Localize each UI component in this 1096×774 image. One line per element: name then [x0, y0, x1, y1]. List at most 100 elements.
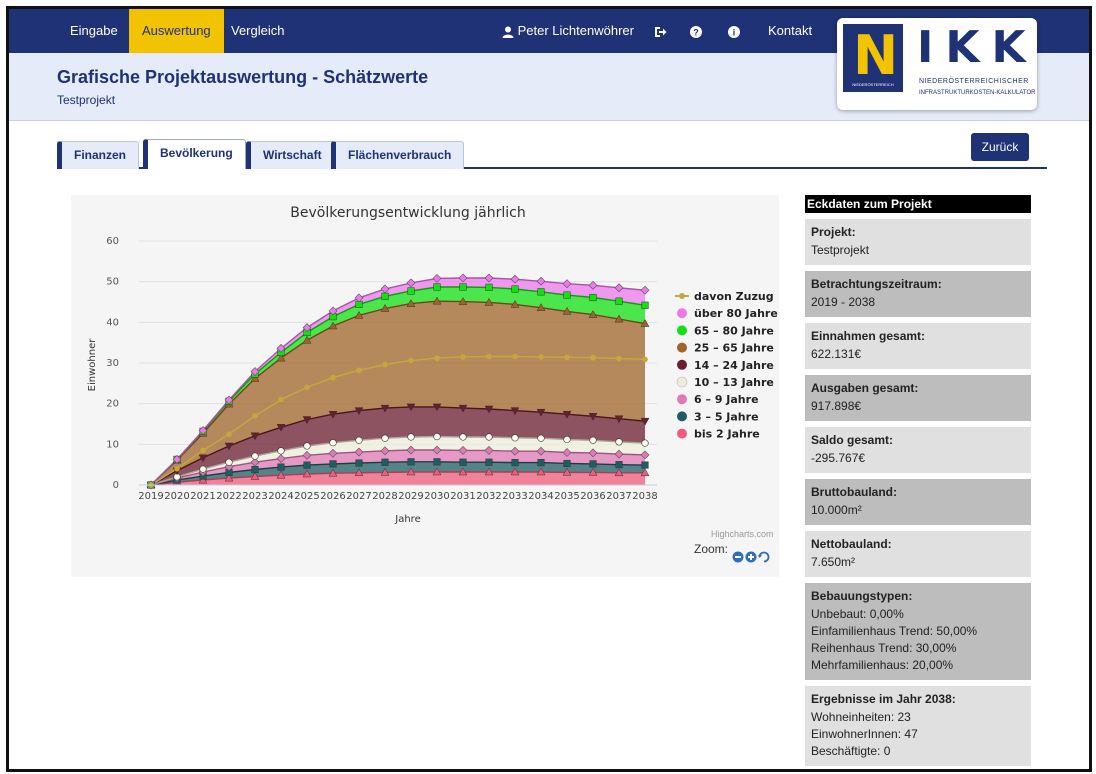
x-axis: 2019 2020 2021 2022 2023 2024 2025 2026 2027 2028… [138, 484, 658, 502]
summary-card-value: -295.767€ [811, 451, 866, 465]
project-summary-panel: Eckdaten zum Projekt Projekt: Testprojekt… [805, 195, 1031, 769]
y-tick-label: 10 [106, 439, 119, 450]
zuzug-point [278, 396, 284, 403]
info-button[interactable]: i [728, 9, 740, 53]
x-tick-label: 2031 [450, 491, 475, 502]
y-axis: 0 10 20 30 40 50 60 [106, 236, 119, 491]
data-point [433, 433, 441, 441]
zuzug-point [642, 356, 648, 363]
data-point [589, 460, 597, 468]
legend-item: 10 – 13 Jahre [694, 376, 774, 389]
tab-flaechenverbrauch[interactable]: Flächenverbrauch [331, 141, 465, 169]
data-point [563, 435, 571, 444]
question-icon: ? [690, 25, 702, 38]
zoom-in-icon[interactable] [745, 551, 757, 563]
user-icon [502, 26, 514, 38]
zuzug-point [486, 353, 492, 360]
user-menu[interactable]: Peter Lichtenwöhrer [502, 9, 634, 53]
data-point [355, 436, 363, 444]
zoom-controls [732, 550, 772, 569]
x-tick-label: 2020 [164, 491, 189, 502]
nav-auswertung[interactable]: Auswertung [129, 9, 224, 53]
x-tick-label: 2029 [398, 491, 423, 502]
x-tick-label: 2038 [632, 491, 657, 502]
summary-card: Bebauungstypen: Unbebaut: 0,00% Einfamilie… [805, 583, 1031, 680]
data-point [225, 458, 233, 466]
zoom-reset-icon[interactable] [758, 551, 770, 563]
legend-symbol [679, 293, 685, 299]
data-point [485, 283, 493, 291]
data-point [589, 293, 597, 302]
x-tick-label: 2021 [190, 491, 215, 502]
zuzug-point [226, 431, 232, 437]
chart-areas [151, 278, 645, 485]
zoom-out-icon[interactable] [732, 551, 744, 563]
nav-kontakt[interactable]: Kontakt [755, 9, 825, 53]
summary-card-label: Einnahmen gesamt: [811, 329, 926, 343]
legend-item: 6 – 9 Jahre [694, 393, 759, 406]
nav-eingabe[interactable]: Eingabe [57, 9, 131, 53]
summary-card: Ergebnisse im Jahr 2038: Wohneinheiten: 2… [805, 686, 1031, 766]
page-title: Grafische Projektauswertung - Schätzwert… [57, 67, 429, 87]
summary-card-value: Wohneinheiten: 23 [811, 710, 911, 724]
user-name: Peter Lichtenwöhrer [517, 23, 634, 38]
data-point [433, 458, 441, 466]
summary-card-value: 2019 - 2038 [811, 295, 876, 309]
zuzug-point [174, 465, 180, 472]
tab-bar: Finanzen Bevölkerung Wirtschaft Flächenv… [57, 137, 1047, 169]
chart-credits[interactable]: Highcharts.com [711, 529, 774, 539]
zuzug-point [408, 357, 414, 364]
summary-card-label: Betrachtungszeitraum: [811, 277, 942, 291]
x-tick-label: 2019 [138, 491, 163, 502]
summary-card: Saldo gesamt: -295.767€ [805, 427, 1031, 473]
summary-card: Betrachtungszeitraum: 2019 - 2038 [805, 271, 1031, 317]
data-point [459, 283, 467, 291]
data-point [329, 439, 337, 447]
legend-item: 25 – 65 Jahre [694, 342, 774, 355]
data-point [199, 465, 207, 473]
x-tick-label: 2026 [320, 491, 345, 502]
back-button[interactable]: Zurück [971, 133, 1029, 161]
zoom-label: Zoom: [694, 542, 729, 556]
data-point [407, 433, 415, 441]
logout-button[interactable] [654, 9, 667, 53]
summary-card-value: Unbebaut: 0,00% [811, 607, 904, 621]
data-point [511, 434, 519, 442]
zuzug-point [434, 355, 440, 361]
data-point [433, 283, 441, 291]
zuzug-point [304, 384, 310, 391]
nikk-logo: N NIEDERÖSTERREICH IKK NIEDERÖSTERREICHI… [837, 18, 1037, 110]
zuzug-point [200, 447, 206, 454]
tab-finanzen[interactable]: Finanzen [57, 141, 140, 169]
x-tick-label: 2027 [346, 491, 371, 502]
nav-vergleich[interactable]: Vergleich [218, 9, 297, 53]
legend-item: 65 – 80 Jahre [694, 324, 774, 337]
legend-symbol [677, 394, 687, 405]
data-point [537, 434, 545, 442]
data-point [329, 460, 337, 468]
summary-card-value: 10.000m² [811, 503, 862, 517]
y-tick-label: 40 [106, 317, 119, 328]
svg-text:?: ? [693, 27, 699, 37]
data-point [485, 433, 493, 441]
data-point [485, 458, 493, 466]
data-point [277, 447, 285, 455]
zuzug-point [252, 413, 258, 419]
data-point [641, 439, 649, 447]
logo-line1: NIEDERÖSTERREICHISCHER [919, 78, 1029, 85]
svg-text:i: i [733, 27, 736, 37]
summary-card-value: Einfamilienhaus Trend: 50,00% [811, 624, 978, 638]
project-name: Testprojekt [57, 93, 116, 107]
legend-item: 14 – 24 Jahre [694, 359, 774, 372]
chart-title: Bevölkerungsentwicklung jährlich [290, 205, 525, 221]
legend-item: 3 – 5 Jahre [694, 410, 759, 423]
legend-symbol [677, 342, 687, 353]
summary-cards: Projekt: Testprojekt Betrachtungszeitraum:… [805, 219, 1031, 766]
tab-bevoelkerung[interactable]: Bevölkerung [143, 139, 246, 169]
help-button[interactable]: ? [690, 9, 702, 53]
zuzug-point [356, 367, 362, 374]
summary-card-label: Projekt: [811, 225, 856, 239]
data-point [537, 288, 545, 296]
data-point [381, 434, 389, 442]
tab-wirtschaft[interactable]: Wirtschaft [246, 141, 335, 169]
